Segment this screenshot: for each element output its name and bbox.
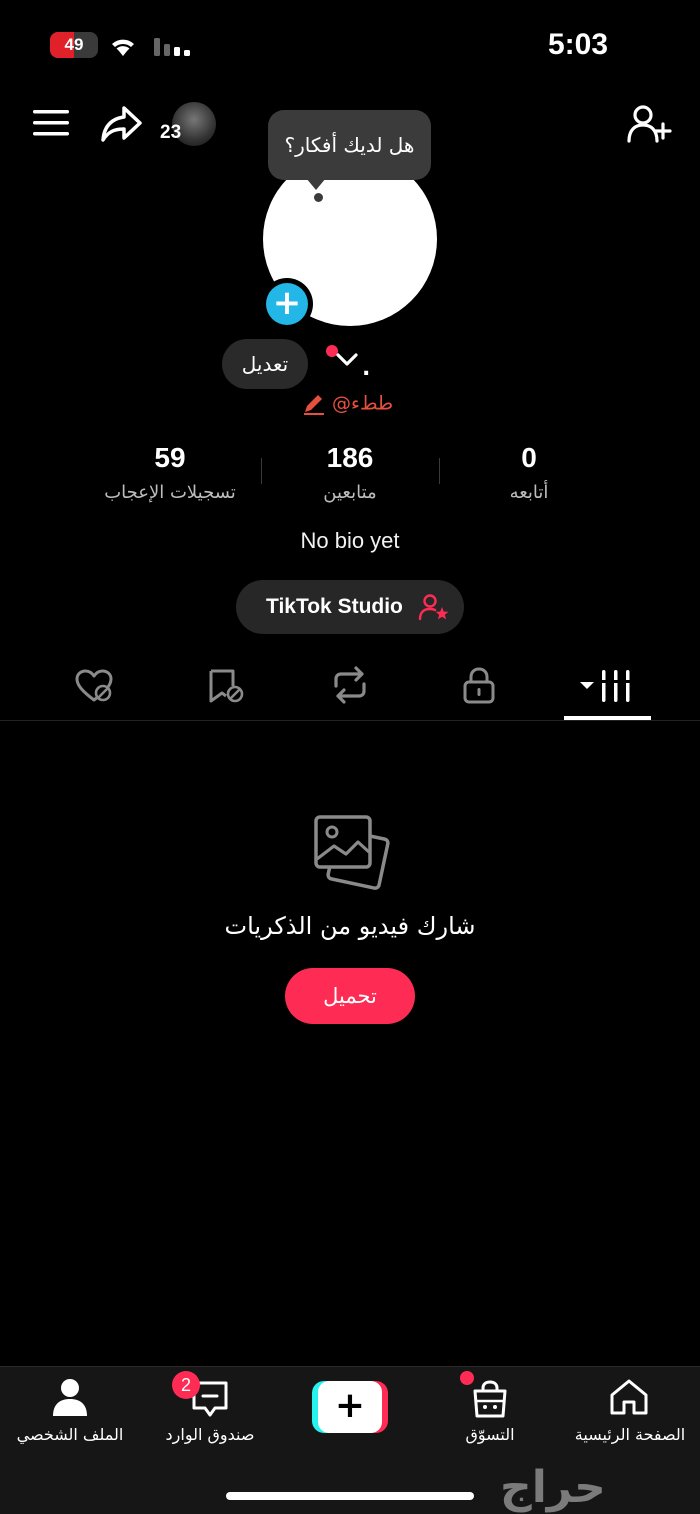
inbox-badge: 2 bbox=[172, 1371, 200, 1399]
add-photo-button[interactable]: + bbox=[261, 278, 313, 330]
username: @ططء bbox=[332, 392, 394, 415]
videos-grid-icon[interactable] bbox=[578, 668, 634, 704]
chevron-down-icon[interactable] bbox=[334, 350, 360, 370]
haraj-watermark: حراج bbox=[500, 1462, 606, 1513]
nav-home-label[interactable]: الصفحة الرئيسية bbox=[560, 1425, 700, 1444]
tiktok-studio-button[interactable]: TikTok Studio bbox=[236, 580, 464, 634]
home-indicator[interactable] bbox=[226, 1492, 474, 1500]
display-name: . bbox=[362, 356, 371, 381]
favorites-hidden-icon[interactable] bbox=[206, 668, 244, 704]
lock-icon[interactable] bbox=[462, 666, 496, 704]
pencil-icon bbox=[304, 394, 324, 415]
wifi-icon bbox=[112, 39, 134, 56]
ideas-tooltip[interactable]: هل لديك أفكار؟ bbox=[268, 110, 431, 180]
battery-level: 49 bbox=[64, 35, 84, 54]
nav-inbox-label[interactable]: صندوق الوارد bbox=[140, 1425, 280, 1444]
reposts-icon[interactable] bbox=[330, 666, 370, 704]
stat-divider bbox=[261, 458, 262, 484]
username-row[interactable]: @ططء bbox=[302, 392, 402, 415]
home-icon[interactable] bbox=[608, 1377, 650, 1417]
photo-memories-icon bbox=[314, 815, 390, 890]
following-label[interactable]: أتابعه bbox=[429, 482, 629, 503]
shop-notification-dot bbox=[460, 1371, 474, 1385]
liked-videos-hidden-icon[interactable] bbox=[74, 668, 114, 704]
stat-divider bbox=[439, 458, 440, 484]
status-time: 5:03 bbox=[548, 28, 609, 61]
tooltip-dot bbox=[314, 193, 323, 202]
share-icon[interactable] bbox=[100, 104, 144, 144]
followers-label[interactable]: متابعين bbox=[250, 482, 450, 503]
followers-count[interactable]: 186 bbox=[270, 442, 430, 474]
story-count: 23 bbox=[160, 122, 182, 143]
cellular-signal-icon bbox=[154, 38, 190, 56]
bio-text[interactable]: No bio yet bbox=[0, 528, 700, 554]
battery-indicator: 49 bbox=[50, 32, 98, 58]
empty-state-message: شارك فيديو من الذكريات bbox=[224, 912, 476, 940]
add-friend-icon[interactable] bbox=[626, 104, 672, 144]
create-button[interactable]: + bbox=[312, 1381, 388, 1433]
creator-star-icon bbox=[418, 594, 449, 621]
likes-count: 59 bbox=[154, 442, 186, 473]
following-count[interactable]: 0 bbox=[449, 442, 609, 474]
plus-icon: + bbox=[266, 283, 308, 325]
plus-icon: + bbox=[318, 1381, 382, 1433]
likes-label: تسجيلات الإعجاب bbox=[104, 482, 236, 503]
upload-button[interactable]: تحميل bbox=[285, 968, 415, 1024]
studio-label: TikTok Studio bbox=[266, 595, 403, 618]
nav-shop-label[interactable]: التسوّق bbox=[420, 1425, 560, 1444]
nav-profile-label[interactable]: الملف الشخصي bbox=[0, 1425, 140, 1444]
tooltip-tail bbox=[306, 178, 326, 190]
shopping-bag-icon[interactable] bbox=[470, 1379, 510, 1419]
menu-icon[interactable] bbox=[32, 108, 70, 138]
profile-icon[interactable] bbox=[50, 1377, 90, 1417]
edit-profile-button[interactable]: تعديل bbox=[222, 339, 308, 389]
tabs-divider bbox=[0, 720, 700, 721]
